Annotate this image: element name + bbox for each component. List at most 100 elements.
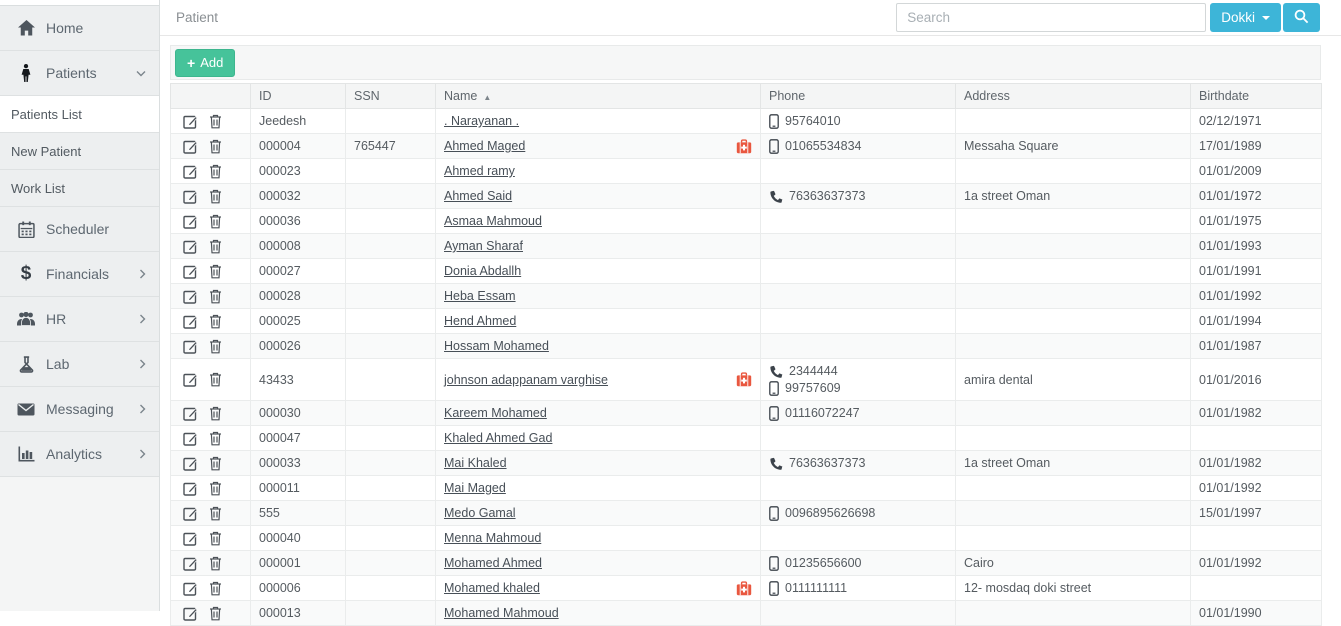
birthdate-cell: 01/01/1994 — [1190, 308, 1322, 334]
edit-row-button[interactable] — [183, 406, 198, 421]
edit-row-button[interactable] — [183, 339, 198, 354]
patient-name-link[interactable]: Hend Ahmed — [444, 314, 516, 328]
delete-row-button[interactable] — [209, 581, 222, 596]
trash-icon — [210, 531, 221, 545]
column-header-address[interactable]: Address — [955, 83, 1191, 109]
edit-row-button[interactable] — [183, 481, 198, 496]
column-header-birthdate[interactable]: Birthdate — [1190, 83, 1322, 109]
sidebar-item-messaging[interactable]: Messaging — [0, 387, 159, 432]
landline-phone-icon — [770, 457, 783, 470]
edit-row-button[interactable] — [183, 114, 198, 129]
delete-row-button[interactable] — [209, 164, 222, 179]
edit-row-button[interactable] — [183, 372, 198, 387]
branch-dropdown-button[interactable]: Dokki — [1210, 3, 1281, 32]
patient-name-link[interactable]: Asmaa Mahmoud — [444, 214, 542, 228]
phone-number: 0111111111 — [785, 580, 848, 595]
table-row: Jeedesh . Narayanan . 95764010 02/12/1971 — [170, 108, 1322, 134]
delete-row-button[interactable] — [209, 481, 222, 496]
sidebar-item-hr[interactable]: HR — [0, 297, 159, 342]
delete-row-button[interactable] — [209, 289, 222, 304]
edit-row-button[interactable] — [183, 456, 198, 471]
patient-name-link[interactable]: Ahmed Said — [444, 189, 512, 203]
address-cell — [955, 475, 1191, 501]
sidebar-item-patients-list[interactable]: Patients List — [0, 96, 159, 133]
patient-name-link[interactable]: Ahmed Maged — [444, 139, 525, 153]
edit-row-button[interactable] — [183, 581, 198, 596]
delete-row-button[interactable] — [209, 606, 222, 621]
edit-row-button[interactable] — [183, 189, 198, 204]
edit-row-button[interactable] — [183, 214, 198, 229]
edit-row-button[interactable] — [183, 606, 198, 621]
patient-name-link[interactable]: Donia Abdallh — [444, 264, 521, 278]
column-header-id[interactable]: ID — [250, 83, 346, 109]
sidebar-item-new-patient[interactable]: New Patient — [0, 133, 159, 170]
delete-row-button[interactable] — [209, 139, 222, 154]
sidebar-item-patients[interactable]: Patients — [0, 51, 159, 96]
delete-row-button[interactable] — [209, 506, 222, 521]
edit-row-button[interactable] — [183, 314, 198, 329]
patient-name-link[interactable]: johnson adappanam varghise — [444, 373, 608, 387]
sidebar-item-scheduler[interactable]: Scheduler — [0, 207, 159, 252]
patient-name-link[interactable]: Heba Essam — [444, 289, 516, 303]
patient-name-link[interactable]: Mohamed khaled — [444, 581, 540, 595]
patient-name-link[interactable]: Ayman Sharaf — [444, 239, 523, 253]
column-header-phone[interactable]: Phone — [760, 83, 956, 109]
column-header-ssn[interactable]: SSN — [345, 83, 436, 109]
edit-row-button[interactable] — [183, 431, 198, 446]
delete-row-button[interactable] — [209, 189, 222, 204]
edit-row-button[interactable] — [183, 239, 198, 254]
delete-row-button[interactable] — [209, 214, 222, 229]
delete-row-button[interactable] — [209, 239, 222, 254]
delete-row-button[interactable] — [209, 556, 222, 571]
delete-row-button[interactable] — [209, 339, 222, 354]
edit-icon — [183, 373, 198, 387]
patient-name-link[interactable]: Menna Mahmoud — [444, 531, 541, 545]
edit-row-button[interactable] — [183, 556, 198, 571]
phone-number: 01235656600 — [785, 555, 862, 570]
patient-name-link[interactable]: . Narayanan . — [444, 114, 519, 128]
patient-name-link[interactable]: Ahmed ramy — [444, 164, 515, 178]
birthdate-cell: 01/01/1991 — [1190, 258, 1322, 284]
patient-name-link[interactable]: Mohamed Mahmoud — [444, 606, 559, 620]
search-button[interactable] — [1283, 3, 1320, 32]
patient-name-link[interactable]: Mohamed Ahmed — [444, 556, 542, 570]
delete-row-button[interactable] — [209, 406, 222, 421]
id-cell: 000006 — [250, 575, 346, 601]
edit-row-button[interactable] — [183, 164, 198, 179]
patient-name-link[interactable]: Mai Khaled — [444, 456, 507, 470]
delete-row-button[interactable] — [209, 531, 222, 546]
edit-row-button[interactable] — [183, 289, 198, 304]
patient-name-link[interactable]: Medo Gamal — [444, 506, 516, 520]
birthdate-cell: 01/01/1972 — [1190, 183, 1322, 209]
edit-icon — [183, 315, 198, 329]
mobile-phone-icon — [769, 380, 779, 396]
name-cell: Ahmed Said — [435, 183, 761, 209]
column-header-name[interactable]: Name ▲ — [435, 83, 761, 109]
sidebar-item-analytics[interactable]: Analytics — [0, 432, 159, 477]
edit-row-button[interactable] — [183, 506, 198, 521]
sidebar-item-financials[interactable]: $ Financials — [0, 252, 159, 297]
delete-row-button[interactable] — [209, 431, 222, 446]
id-cell: 000025 — [250, 308, 346, 334]
patient-name-link[interactable]: Khaled Ahmed Gad — [444, 431, 552, 445]
row-actions-cell — [170, 450, 251, 476]
address-cell: Cairo — [955, 550, 1191, 576]
delete-row-button[interactable] — [209, 264, 222, 279]
ssn-cell — [345, 283, 436, 309]
delete-row-button[interactable] — [209, 314, 222, 329]
sidebar-item-lab[interactable]: Lab — [0, 342, 159, 387]
search-input[interactable] — [896, 3, 1207, 32]
patient-name-link[interactable]: Kareem Mohamed — [444, 406, 547, 420]
phone-cell: 01116072247 — [760, 400, 956, 426]
edit-row-button[interactable] — [183, 531, 198, 546]
delete-row-button[interactable] — [209, 114, 222, 129]
edit-row-button[interactable] — [183, 139, 198, 154]
sidebar-item-work-list[interactable]: Work List — [0, 170, 159, 207]
patient-name-link[interactable]: Mai Maged — [444, 481, 506, 495]
add-patient-button[interactable]: + Add — [175, 48, 236, 77]
patient-name-link[interactable]: Hossam Mohamed — [444, 339, 549, 353]
delete-row-button[interactable] — [209, 456, 222, 471]
delete-row-button[interactable] — [209, 372, 222, 387]
sidebar-item-home[interactable]: Home — [0, 6, 159, 51]
edit-row-button[interactable] — [183, 264, 198, 279]
